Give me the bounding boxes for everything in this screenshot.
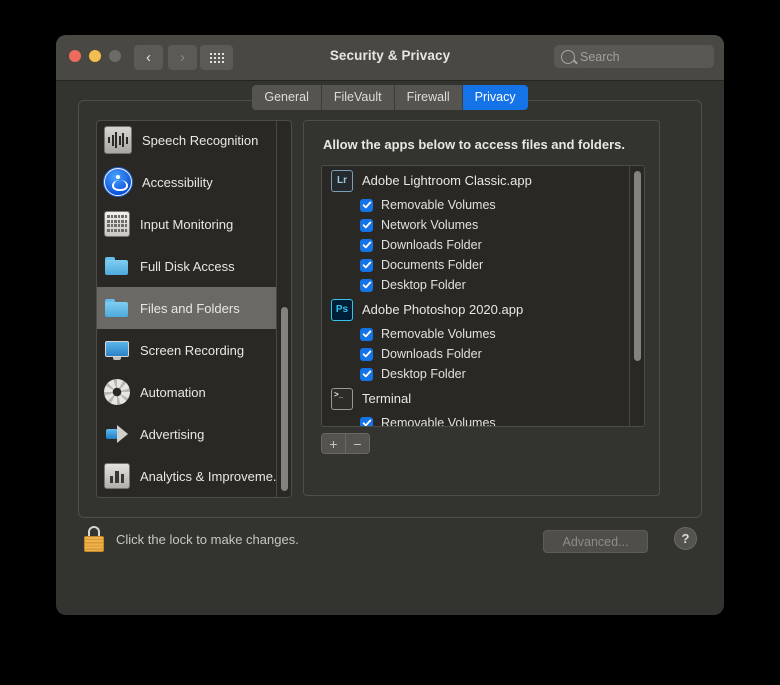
lock-control[interactable]: Click the lock to make changes. — [83, 526, 299, 552]
app-row[interactable]: Lr Adobe Lightroom Classic.app — [322, 166, 644, 195]
lock-hint-label: Click the lock to make changes. — [116, 531, 299, 547]
permission-row[interactable]: Documents Folder — [322, 255, 644, 275]
sidebar-item-label: Speech Recognition — [142, 132, 259, 148]
permission-row[interactable]: Desktop Folder — [322, 364, 644, 384]
permission-checkbox[interactable] — [360, 367, 373, 381]
permission-checkbox[interactable] — [360, 238, 373, 252]
permission-row[interactable]: Removable Volumes — [322, 413, 644, 427]
permission-row[interactable]: Network Volumes — [322, 215, 644, 235]
sidebar-item-files-and-folders[interactable]: Files and Folders — [97, 287, 291, 329]
permission-label: Documents Folder — [381, 258, 484, 272]
permission-checkbox[interactable] — [360, 347, 373, 361]
tab-filevault[interactable]: FileVault — [321, 84, 395, 110]
sidebar-scrollbar[interactable] — [276, 121, 291, 497]
sidebar-item-advertising[interactable]: Advertising — [97, 413, 291, 455]
permission-label: Removable Volumes — [381, 416, 496, 427]
sidebar-item-label: Screen Recording — [140, 342, 245, 358]
display-icon — [104, 337, 130, 363]
app-name-label: Adobe Lightroom Classic.app — [362, 173, 532, 188]
sidebar-item-speech-recognition[interactable]: Speech Recognition — [97, 121, 291, 161]
permission-label: Network Volumes — [381, 218, 479, 232]
permission-checkbox[interactable] — [360, 416, 373, 426]
lock-closed-icon[interactable] — [83, 526, 105, 552]
permission-label: Downloads Folder — [381, 347, 482, 361]
keyboard-icon — [104, 211, 130, 237]
sidebar-item-automation[interactable]: Automation — [97, 371, 291, 413]
app-list-scrollbar[interactable] — [629, 166, 644, 426]
permission-label: Desktop Folder — [381, 278, 466, 292]
permission-checkbox[interactable] — [360, 258, 373, 272]
permission-row[interactable]: Desktop Folder — [322, 275, 644, 295]
permission-row[interactable]: Downloads Folder — [322, 344, 644, 364]
sidebar-item-label: Full Disk Access — [140, 258, 235, 274]
search-placeholder: Search — [580, 49, 620, 64]
permission-row[interactable]: Removable Volumes — [322, 195, 644, 215]
add-remove-buttons: + − — [321, 433, 370, 454]
advanced-button: Advanced... — [543, 530, 648, 553]
search-field[interactable]: Search — [554, 45, 714, 68]
megaphone-icon — [104, 421, 130, 447]
sidebar-item-screen-recording[interactable]: Screen Recording — [97, 329, 291, 371]
accessibility-icon — [104, 168, 132, 196]
content-panel: Speech Recognition Accessibility Input Mon… — [78, 100, 702, 518]
security-privacy-window: ‹ › Security & Privacy Search General Fil… — [56, 35, 724, 615]
sidebar-item-full-disk-access[interactable]: Full Disk Access — [97, 245, 291, 287]
permission-label: Desktop Folder — [381, 367, 466, 381]
gear-icon — [104, 379, 130, 405]
tab-privacy[interactable]: Privacy — [462, 84, 528, 110]
sidebar-scrollbar-thumb[interactable] — [281, 307, 288, 491]
help-button[interactable]: ? — [674, 527, 697, 550]
sidebar-item-label: Input Monitoring — [140, 216, 234, 232]
tab-bar: General FileVault Firewall Privacy — [56, 80, 724, 114]
add-app-button[interactable]: + — [322, 434, 346, 453]
permission-checkbox[interactable] — [360, 218, 373, 232]
tab-firewall[interactable]: Firewall — [394, 84, 463, 110]
permission-label: Removable Volumes — [381, 198, 496, 212]
sidebar-item-label: Files and Folders — [140, 300, 240, 316]
folder-icon — [104, 253, 130, 279]
folder-icon — [104, 295, 130, 321]
photoshop-icon: Ps — [331, 298, 353, 321]
app-row[interactable]: Ps Adobe Photoshop 2020.app — [322, 295, 644, 324]
permission-label: Removable Volumes — [381, 327, 496, 341]
app-permission-list[interactable]: Lr Adobe Lightroom Classic.app Removable V… — [321, 165, 645, 427]
sidebar-item-label: Analytics & Improveme... — [140, 468, 284, 484]
pane-description: Allow the apps below to access files and… — [323, 137, 625, 152]
sidebar-item-analytics-improveme[interactable]: Analytics & Improveme... — [97, 455, 291, 497]
app-row[interactable]: Terminal — [322, 384, 644, 413]
permission-checkbox[interactable] — [360, 327, 373, 341]
sidebar-item-label: Accessibility — [142, 174, 213, 190]
permission-row[interactable]: Downloads Folder — [322, 235, 644, 255]
app-name-label: Adobe Photoshop 2020.app — [362, 302, 524, 317]
bar-chart-icon — [104, 463, 130, 489]
lightroom-icon: Lr — [331, 169, 353, 192]
permission-checkbox[interactable] — [360, 278, 373, 292]
files-and-folders-pane: Allow the apps below to access files and… — [303, 120, 660, 496]
app-list-scrollbar-thumb[interactable] — [634, 171, 641, 361]
permission-row[interactable]: Removable Volumes — [322, 324, 644, 344]
permission-checkbox[interactable] — [360, 198, 373, 212]
sidebar-item-input-monitoring[interactable]: Input Monitoring — [97, 203, 291, 245]
sidebar-item-label: Automation — [140, 384, 206, 400]
app-name-label: Terminal — [362, 391, 412, 406]
terminal-icon — [331, 387, 353, 410]
tab-general[interactable]: General — [252, 84, 322, 110]
remove-app-button[interactable]: − — [346, 434, 369, 453]
sidebar-item-label: Advertising — [140, 426, 205, 442]
search-icon — [561, 49, 575, 64]
sidebar-item-accessibility[interactable]: Accessibility — [97, 161, 291, 203]
window-titlebar: ‹ › Security & Privacy Search — [56, 35, 724, 81]
privacy-category-sidebar: Speech Recognition Accessibility Input Mon… — [96, 120, 292, 498]
waveform-icon — [104, 126, 132, 154]
permission-label: Downloads Folder — [381, 238, 482, 252]
